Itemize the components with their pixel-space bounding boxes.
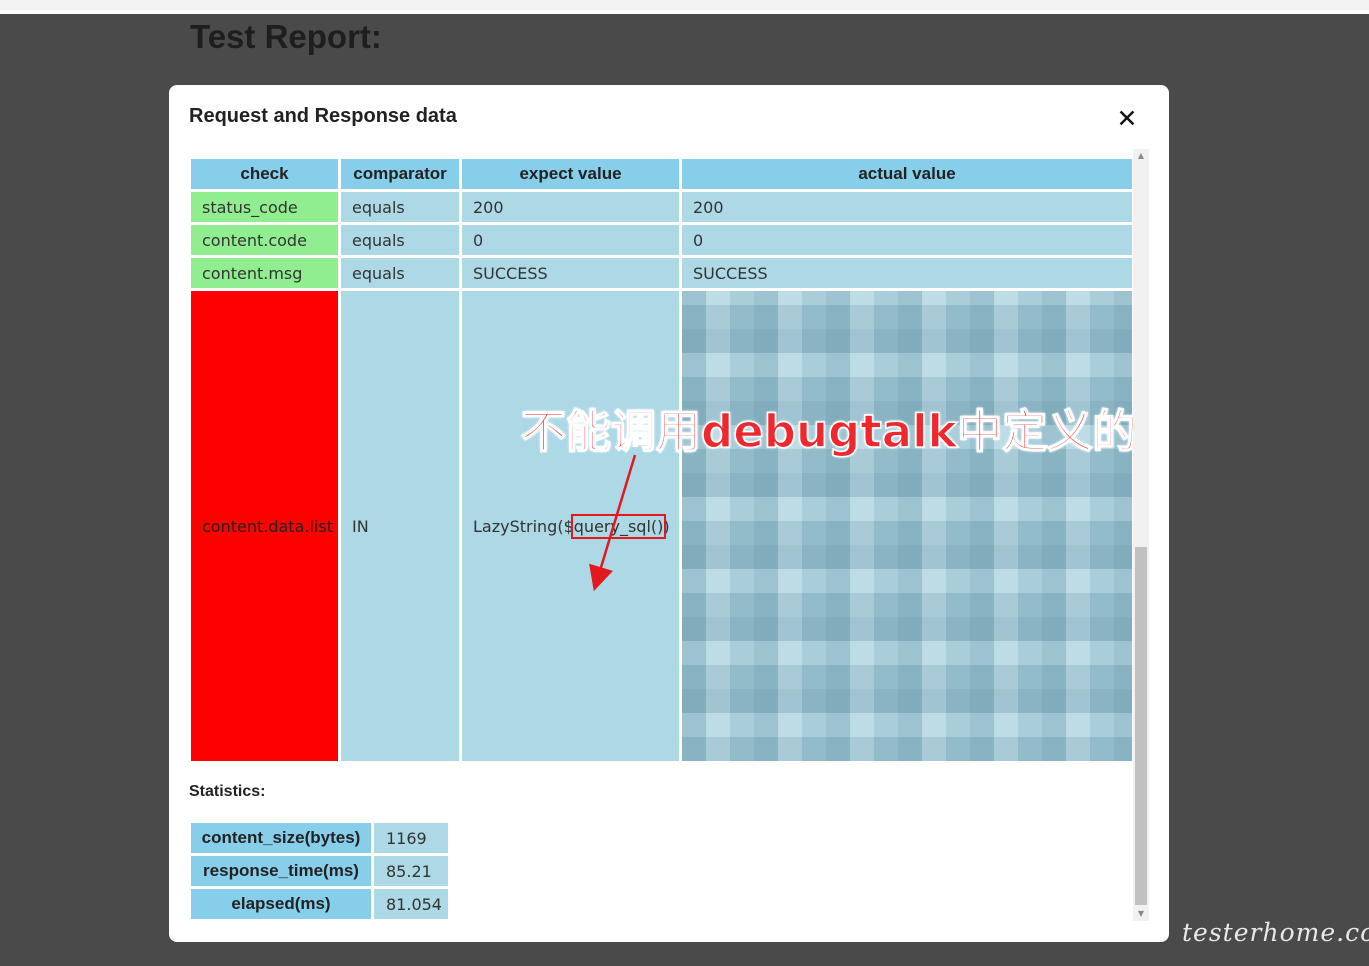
vertical-scrollbar[interactable]: ▲ ▼: [1133, 149, 1149, 921]
scrollbar-thumb[interactable]: [1135, 547, 1147, 905]
comparator-cell: equals: [341, 192, 459, 222]
comparator-cell: equals: [341, 225, 459, 255]
statistics-table: content_size(bytes) 1169 response_time(m…: [189, 820, 451, 921]
expect-value-cell: 0: [462, 225, 679, 255]
stat-value: 1169: [374, 823, 448, 853]
table-row: status_code equals 200 200: [191, 192, 1132, 222]
check-cell: content.code: [191, 225, 338, 255]
stat-label: response_time(ms): [191, 856, 371, 886]
actual-value-cell-redacted: [682, 291, 1132, 761]
table-row: content.msg equals SUCCESS SUCCESS: [191, 258, 1132, 288]
close-icon[interactable]: ✕: [1114, 105, 1140, 133]
modal-title: Request and Response data: [189, 105, 457, 127]
browser-top-strip: [0, 0, 1369, 14]
table-row: content.code equals 0 0: [191, 225, 1132, 255]
column-header-expect-value: expect value: [462, 159, 679, 189]
table-row: response_time(ms) 85.21: [191, 856, 448, 886]
stat-label: content_size(bytes): [191, 823, 371, 853]
annotation-text: 不能调用debugtalk中定义的方法: [520, 404, 1133, 459]
checks-table: check comparator expect value actual val…: [189, 157, 1133, 764]
table-row: elapsed(ms) 81.054: [191, 889, 448, 919]
expect-value-cell: SUCCESS: [462, 258, 679, 288]
stat-value: 81.054: [374, 889, 448, 919]
page-title: Test Report:: [190, 18, 382, 55]
table-row: content_size(bytes) 1169: [191, 823, 448, 853]
column-header-check: check: [191, 159, 338, 189]
modal-scroll-area[interactable]: check comparator expect value actual val…: [189, 157, 1133, 921]
check-cell: status_code: [191, 192, 338, 222]
statistics-title: Statistics:: [189, 783, 266, 800]
actual-value-cell: SUCCESS: [682, 258, 1132, 288]
expect-value-cell: LazyString($query_sql()): [462, 291, 679, 761]
expect-suffix: ): [663, 516, 670, 536]
pixelated-redaction: [682, 291, 1132, 761]
comparator-cell: equals: [341, 258, 459, 288]
site-watermark: testerhome.com: [1182, 918, 1369, 947]
stat-value: 85.21: [374, 856, 448, 886]
stat-label: elapsed(ms): [191, 889, 371, 919]
actual-value-cell: 200: [682, 192, 1132, 222]
scroll-up-arrow-icon[interactable]: ▲: [1133, 149, 1149, 163]
request-response-modal: Request and Response data ✕ check compar…: [169, 85, 1169, 942]
highlighted-function-call: query_sql(): [570, 513, 667, 539]
comparator-cell: IN: [341, 291, 459, 761]
check-cell: content.msg: [191, 258, 338, 288]
actual-value-cell: 0: [682, 225, 1132, 255]
column-header-actual-value: actual value: [682, 159, 1132, 189]
expect-prefix: LazyString($: [473, 516, 574, 536]
check-cell-failed: content.data.list: [191, 291, 338, 761]
column-header-comparator: comparator: [341, 159, 459, 189]
checks-header-row: check comparator expect value actual val…: [191, 159, 1132, 189]
table-row-failed: content.data.list IN LazyString($query_s…: [191, 291, 1132, 761]
expect-value-cell: 200: [462, 192, 679, 222]
scroll-down-arrow-icon[interactable]: ▼: [1133, 907, 1149, 921]
